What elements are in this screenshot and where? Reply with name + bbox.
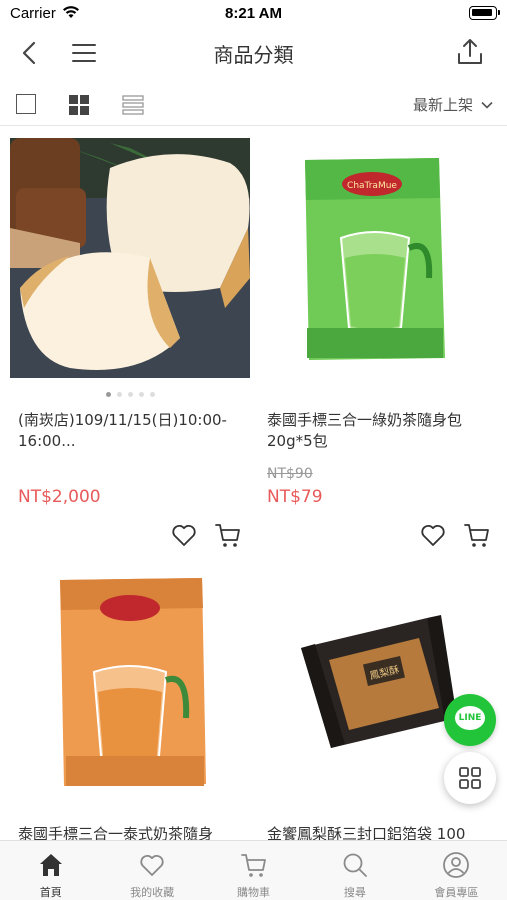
product-title[interactable]: 金饗鳳梨酥三封口鋁箔袋 100 xyxy=(267,824,493,840)
image-pager-dots xyxy=(10,392,250,397)
tab-label: 搜尋 xyxy=(343,886,366,899)
product-card[interactable]: (南崁店)109/11/15(日)10:00-16:00... NT$2,000 xyxy=(10,138,250,550)
sort-label: 最新上架 xyxy=(412,96,473,114)
heart-icon[interactable] xyxy=(170,521,198,549)
heart-icon[interactable] xyxy=(419,521,447,549)
product-title[interactable]: 泰國手標三合一泰式奶茶隨身 xyxy=(18,824,244,840)
grid-icon xyxy=(459,767,481,789)
battery-icon xyxy=(469,6,500,20)
status-bar: Carrier 8:21 AM xyxy=(0,0,507,28)
cart-icon[interactable] xyxy=(214,521,242,549)
page-title: 商品分類 xyxy=(213,43,294,67)
tab-favorites[interactable]: 我的收藏 xyxy=(101,841,202,900)
home-icon xyxy=(39,854,62,876)
product-price: NT$2,000 xyxy=(18,487,101,507)
chevron-down-icon xyxy=(481,101,493,109)
share-icon[interactable] xyxy=(455,37,485,67)
tab-label: 購物車 xyxy=(237,886,271,899)
user-icon xyxy=(443,852,470,878)
cart-icon[interactable] xyxy=(463,521,491,549)
product-image[interactable] xyxy=(10,568,250,808)
cart-icon xyxy=(240,854,266,877)
tab-cart[interactable]: 購物車 xyxy=(203,841,304,900)
line-label: LINE xyxy=(458,713,482,723)
grid-view-icon[interactable] xyxy=(68,94,90,116)
category-grid-button[interactable] xyxy=(444,752,496,804)
product-image[interactable]: ChaTraMue xyxy=(259,138,499,378)
list-view-icon[interactable] xyxy=(122,94,144,116)
product-title[interactable]: 泰國手標三合一綠奶茶隨身包20g*5包 xyxy=(267,410,493,452)
tab-label: 首頁 xyxy=(39,886,62,899)
tab-search[interactable]: 搜尋 xyxy=(304,841,405,900)
product-card[interactable]: ChaTraMue 泰國手標三合一綠奶茶隨身包20g*5包 NT$90 NT$7… xyxy=(259,138,499,550)
product-original-price: NT$90 xyxy=(267,466,313,482)
product-image[interactable] xyxy=(10,138,250,378)
tab-label: 會員專區 xyxy=(434,886,479,899)
bottom-tab-bar: 首頁 我的收藏 購物車 搜尋 會員專區 xyxy=(0,840,507,900)
sort-select[interactable]: 最新上架 xyxy=(413,94,493,115)
product-title[interactable]: (南崁店)109/11/15(日)10:00-16:00... xyxy=(18,410,244,452)
product-grid: (南崁店)109/11/15(日)10:00-16:00... NT$2,000… xyxy=(0,128,507,840)
tab-label: 我的收藏 xyxy=(130,886,175,899)
line-chat-button[interactable]: LINE xyxy=(444,694,496,746)
single-view-icon[interactable] xyxy=(16,94,36,114)
view-toolbar: 最新上架 xyxy=(0,84,507,126)
brand-label: ChaTraMue xyxy=(347,181,397,191)
product-price: NT$79 xyxy=(267,487,323,507)
search-icon xyxy=(343,853,367,877)
product-card[interactable]: 泰國手標三合一泰式奶茶隨身 xyxy=(10,568,250,840)
tab-member[interactable]: 會員專區 xyxy=(406,841,507,900)
nav-bar: 商品分類 xyxy=(0,28,507,78)
status-time: 8:21 AM xyxy=(225,5,282,22)
tab-home[interactable]: 首頁 xyxy=(0,841,101,900)
heart-icon xyxy=(140,854,164,876)
